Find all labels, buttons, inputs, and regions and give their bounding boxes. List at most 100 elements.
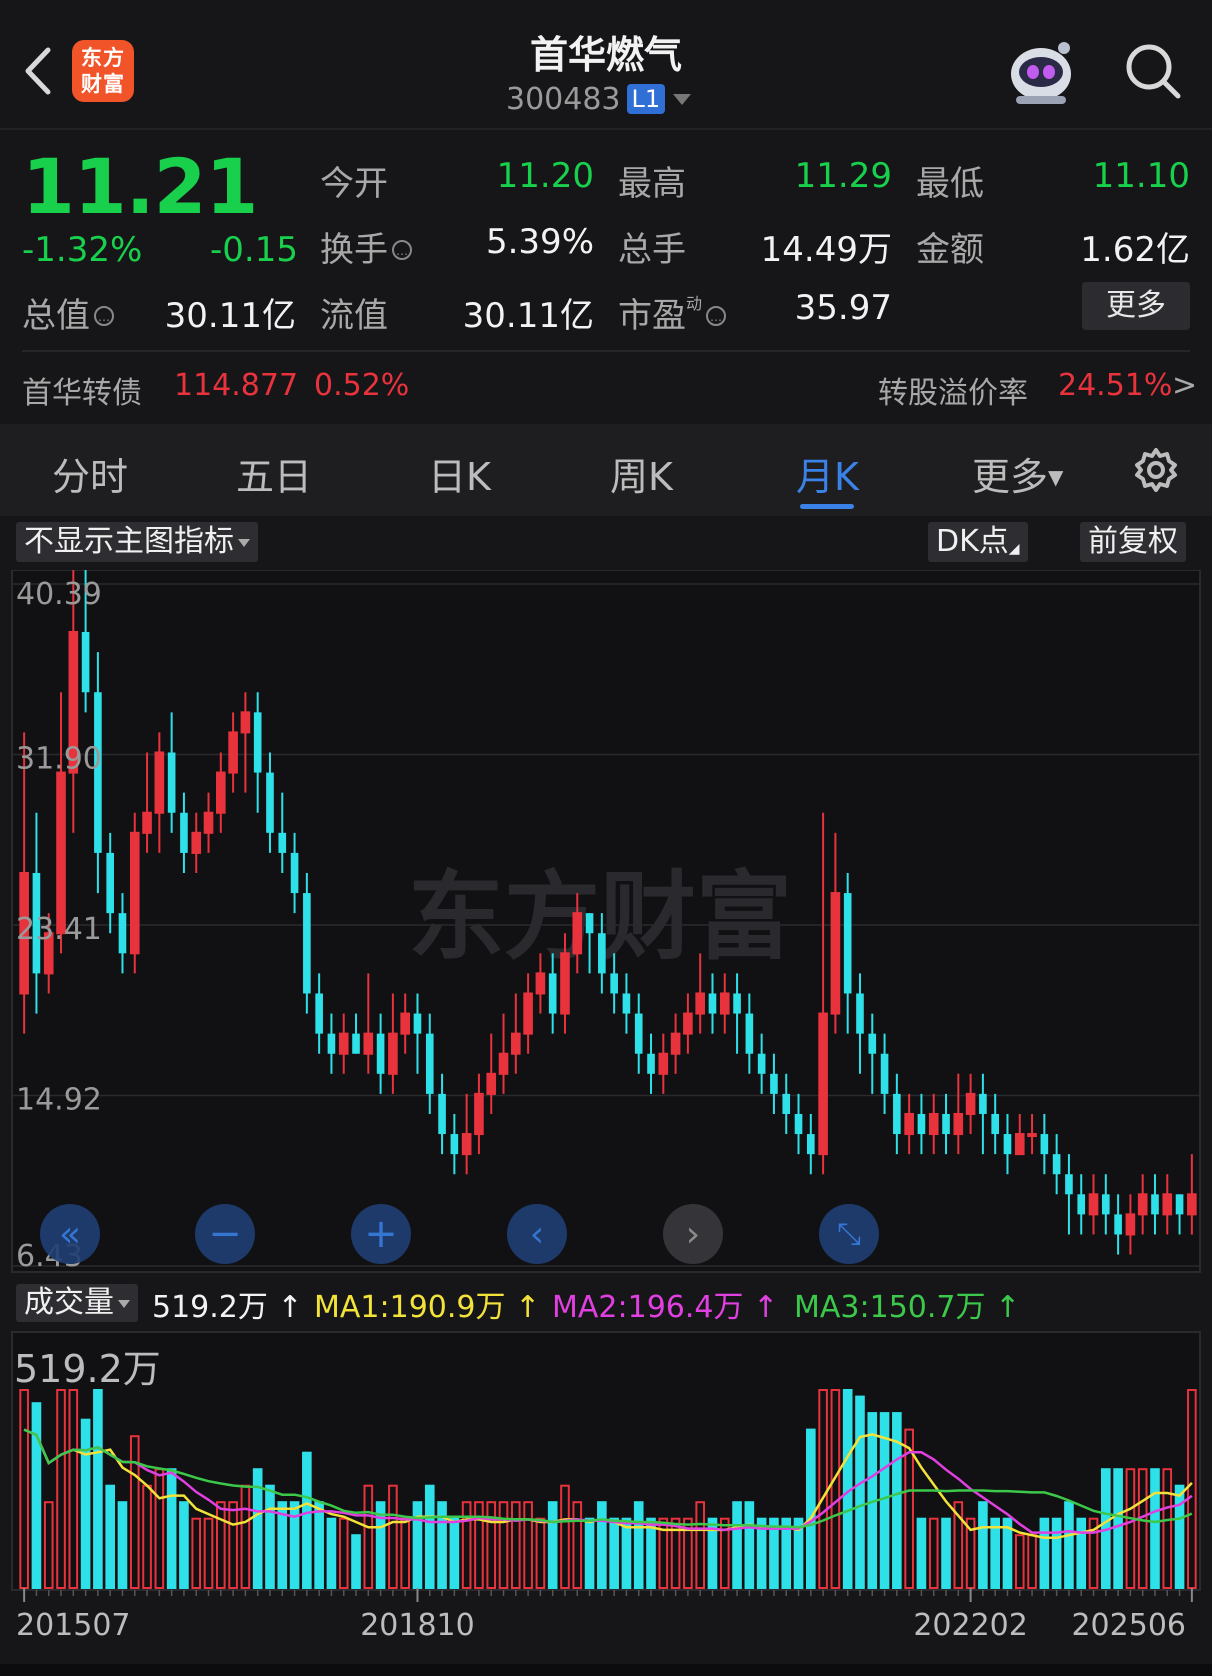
adjust-selector[interactable]: 前复权 — [1080, 522, 1186, 562]
tab-weekly-k[interactable]: 周K — [610, 446, 673, 501]
zoom-in-button[interactable]: + — [351, 1204, 411, 1264]
pe-value: 35.97 — [794, 288, 892, 328]
candle-up — [560, 952, 570, 1015]
candle-up — [1088, 1193, 1099, 1216]
candle-up — [535, 972, 546, 995]
volume-current: 519.2万 ↑ — [152, 1290, 303, 1325]
candle-down — [1003, 1134, 1012, 1155]
total-hands-value: 14.49万 — [760, 230, 892, 270]
chevron-right-icon[interactable]: > — [1172, 368, 1197, 403]
indicator-selector[interactable]: 不显示主图指标 — [16, 522, 258, 562]
pe-label[interactable]: 市盈动… — [618, 288, 727, 337]
candle-down — [880, 1053, 889, 1094]
zoom-out-button[interactable]: − — [195, 1204, 255, 1264]
candle-up — [400, 1012, 410, 1035]
expand-icon: ⤡ — [837, 1216, 861, 1252]
candle-down — [757, 1053, 766, 1074]
back-arrow-icon[interactable] — [22, 44, 54, 98]
step-back-button[interactable]: ‹ — [507, 1204, 567, 1264]
candle-down — [942, 1113, 950, 1135]
volume-bar-down — [449, 1517, 460, 1589]
tab-daily-k[interactable]: 日K — [428, 446, 491, 501]
candle-up — [719, 992, 730, 1015]
candle-up — [129, 831, 140, 955]
volume-indicator-selector[interactable]: 成交量 — [16, 1284, 138, 1322]
volume-bar-down — [1150, 1468, 1160, 1589]
candle-down — [266, 772, 274, 833]
candlestick-chart[interactable]: 东方财富 40.3931.9023.4114.926.43 — [0, 570, 1212, 1278]
candle-down — [81, 631, 90, 693]
volume-bar-down — [1113, 1468, 1123, 1589]
candle-down — [745, 1013, 754, 1054]
candle-down — [585, 913, 594, 934]
candle-down — [1114, 1214, 1122, 1235]
bond-pct: 0.52% — [314, 368, 410, 403]
candle-up — [695, 992, 705, 1015]
last-price: 11.21 — [22, 142, 258, 231]
candle-down — [1102, 1194, 1110, 1215]
volume-chart[interactable]: 519.2万 201507 201810 202202 202506 — [0, 1330, 1212, 1660]
float-cap-value: 30.11亿 — [462, 296, 594, 336]
stock-code-row[interactable]: 300483 L1 — [506, 82, 706, 117]
bottom-bar — [0, 1664, 1212, 1676]
volume-bar-down — [265, 1484, 275, 1589]
volume-bar-down — [412, 1501, 423, 1589]
candle-down — [376, 1033, 385, 1074]
x-axis-label: 201810 — [360, 1608, 475, 1643]
candle-down — [180, 812, 188, 853]
candle-down — [1151, 1194, 1159, 1215]
candle-up — [461, 1133, 472, 1156]
candle-up — [56, 771, 66, 935]
dk-point-toggle[interactable]: DK点◢ — [928, 522, 1028, 562]
candle-down — [1175, 1194, 1184, 1215]
candle-up — [228, 731, 238, 774]
turnover-value: 5.39% — [485, 222, 594, 262]
candle-down — [290, 852, 299, 894]
candle-up — [904, 1112, 914, 1136]
volume-bar-down — [990, 1517, 1000, 1589]
candle-down — [278, 832, 287, 853]
candle-down — [303, 893, 311, 994]
volume-ma1: MA1:190.9万 ↑ — [314, 1290, 541, 1325]
volume-bar-down — [597, 1501, 607, 1589]
volume-bar-down — [179, 1501, 189, 1589]
candle-down — [807, 1134, 815, 1155]
candle-up — [191, 831, 202, 854]
caret-down-icon — [673, 94, 692, 105]
candle-up — [1014, 1133, 1025, 1156]
tab-more[interactable]: 更多▼ — [972, 446, 1063, 501]
volume-bar-down — [93, 1389, 103, 1589]
market-cap-label[interactable]: 总值… — [22, 288, 114, 337]
candle-down — [167, 752, 176, 813]
candle-up — [142, 811, 152, 834]
bond-name[interactable]: 首华转债 — [22, 368, 142, 412]
volume-bar-down — [424, 1484, 435, 1589]
volume-bar-down — [941, 1517, 951, 1589]
gear-icon[interactable] — [1132, 446, 1180, 494]
volume-bar-down — [302, 1451, 312, 1589]
candle-up — [683, 1012, 693, 1035]
fullscreen-button[interactable]: ⤡ — [819, 1204, 879, 1264]
turnover-label[interactable]: 换手… — [320, 222, 412, 271]
fast-backward-button[interactable]: « — [40, 1204, 100, 1264]
step-forward-button[interactable]: › — [663, 1204, 723, 1264]
eastmoney-logo[interactable]: 东方 财富 — [72, 40, 134, 102]
candle-down — [917, 1113, 926, 1135]
candle-up — [928, 1112, 939, 1136]
caret-down-icon — [238, 539, 250, 547]
candle-down — [782, 1093, 791, 1114]
candle-down — [893, 1093, 901, 1135]
tab-intraday[interactable]: 分时 — [52, 446, 128, 501]
volume-bar-down — [80, 1418, 91, 1589]
info-icon: … — [392, 240, 412, 260]
change-amount: -0.15 — [210, 230, 298, 270]
tab-five-day[interactable]: 五日 — [236, 446, 312, 501]
assistant-robot-icon[interactable] — [1004, 34, 1078, 108]
y-tick-label: 14.92 — [16, 1083, 102, 1118]
search-icon[interactable] — [1122, 40, 1184, 102]
more-button[interactable]: 更多 — [1082, 282, 1190, 330]
candle-down — [622, 993, 631, 1014]
tab-monthly-k[interactable]: 月K — [796, 446, 859, 501]
volume-bar-down — [732, 1501, 742, 1589]
candle-up — [338, 1032, 349, 1055]
